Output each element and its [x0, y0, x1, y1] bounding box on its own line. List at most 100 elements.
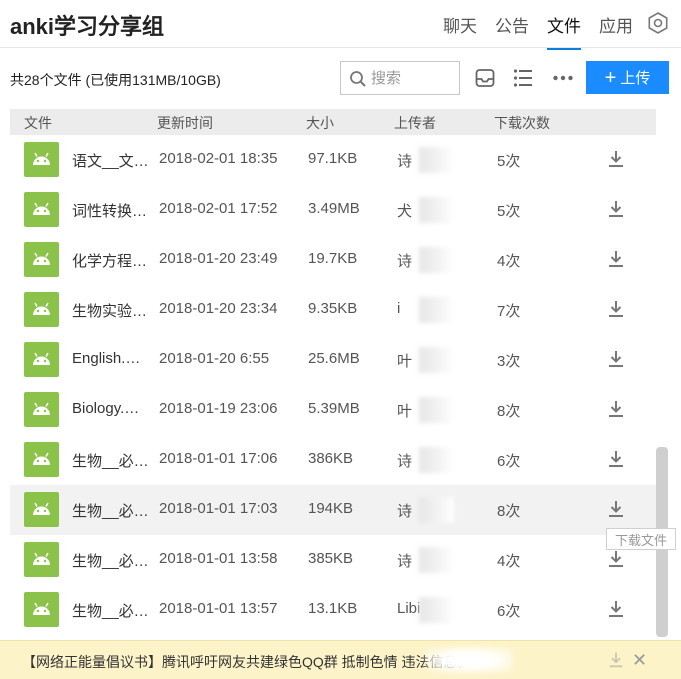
search-box[interactable] [340, 61, 460, 95]
file-updated: 2018-01-01 17:03 [159, 500, 278, 517]
tab-chat[interactable]: 聊天 [443, 12, 477, 50]
android-file-icon [24, 192, 59, 227]
file-row[interactable]: 生物实验… 2018-01-20 23:34 9.35KB i 7次 [10, 285, 656, 335]
file-name[interactable]: 生物__必… [72, 550, 152, 571]
file-download-count: 3次 [497, 353, 521, 370]
download-icon[interactable] [606, 149, 626, 169]
file-toolbar: 共28个文件 (已使用131MB/10GB) + 上传 [0, 49, 681, 109]
column-downloads[interactable]: 下载次数 [494, 113, 550, 133]
file-download-count: 5次 [497, 153, 521, 170]
file-download-count: 4次 [497, 553, 521, 570]
redacted-region [419, 297, 454, 323]
file-updated: 2018-01-01 17:06 [159, 450, 278, 467]
download-icon[interactable] [606, 199, 626, 219]
plus-icon: + [604, 66, 617, 89]
group-title: anki学习分享组 [10, 14, 165, 39]
column-size[interactable]: 大小 [306, 113, 334, 133]
file-name[interactable]: 生物__必… [72, 600, 152, 621]
file-updated: 2018-01-20 23:34 [159, 300, 278, 317]
redacted-region [419, 147, 454, 173]
redacted-region [419, 547, 454, 573]
file-size: 25.6MB [308, 350, 360, 367]
more-icon[interactable] [552, 67, 574, 89]
file-size: 194KB [308, 500, 354, 517]
download-icon[interactable] [606, 299, 626, 319]
group-tabs: 聊天 公告 文件 应用 [425, 12, 633, 50]
file-size: 386KB [308, 450, 354, 467]
file-row[interactable]: 语文__文… 2018-02-01 18:35 97.1KB 诗 5次 [10, 135, 656, 185]
close-icon[interactable]: ✕ [632, 650, 647, 670]
file-size: 97.1KB [308, 150, 358, 167]
file-updated: 2018-01-01 13:57 [159, 600, 278, 617]
file-row[interactable]: 化学方程… 2018-01-20 23:49 19.7KB 诗 4次 [10, 235, 656, 285]
redacted-region [425, 647, 513, 673]
file-name[interactable]: Biology.… [72, 400, 152, 417]
android-file-icon [24, 492, 59, 527]
file-name[interactable]: 生物__必… [72, 500, 152, 521]
settings-icon[interactable] [647, 12, 669, 34]
file-row[interactable]: 生物__必… 2018-01-01 17:06 386KB 诗 6次 [10, 435, 656, 485]
file-download-count: 8次 [497, 403, 521, 420]
file-row[interactable]: Biology.… 2018-01-19 23:06 5.39MB 叶 8次 [10, 385, 656, 435]
file-size: 19.7KB [308, 250, 358, 267]
android-file-icon [24, 442, 59, 477]
tab-files[interactable]: 文件 [547, 12, 581, 50]
file-download-count: 4次 [497, 253, 521, 270]
file-download-count: 6次 [497, 603, 521, 620]
column-uploader[interactable]: 上传者 [394, 113, 436, 133]
tab-announcement[interactable]: 公告 [495, 12, 529, 50]
search-input[interactable] [371, 68, 455, 88]
file-summary: 共28个文件 (已使用131MB/10GB) [10, 72, 221, 88]
file-download-count: 7次 [497, 303, 521, 320]
download-icon[interactable] [606, 549, 626, 569]
file-name[interactable]: 生物实验… [72, 300, 152, 321]
redacted-region [419, 197, 454, 223]
download-icon[interactable] [606, 499, 626, 519]
file-download-count: 6次 [497, 453, 521, 470]
notice-text: 【网络正能量倡议书】腾讯呼吁网友共建绿色QQ群 抵制色情 违法信息。 [22, 654, 472, 670]
tab-apps[interactable]: 应用 [599, 12, 633, 50]
download-icon[interactable] [606, 449, 626, 469]
redacted-region [419, 497, 454, 523]
android-file-icon [24, 292, 59, 327]
search-icon [350, 71, 366, 87]
column-updated[interactable]: 更新时间 [157, 113, 213, 133]
android-file-icon [24, 592, 59, 627]
file-name[interactable]: 生物__必… [72, 450, 152, 471]
file-name[interactable]: 语文__文… [72, 150, 152, 171]
file-row[interactable]: English.… 2018-01-20 6:55 25.6MB 叶 3次 [10, 335, 656, 385]
file-updated: 2018-02-01 17:52 [159, 200, 278, 217]
file-size: 3.49MB [308, 200, 360, 217]
android-file-icon [24, 142, 59, 177]
file-row[interactable]: 生物__必… 2018-01-01 13:58 385KB 诗 4次 [10, 535, 656, 585]
file-download-count: 8次 [497, 503, 521, 520]
upload-button[interactable]: + 上传 [586, 61, 669, 94]
list-view-icon[interactable] [512, 67, 534, 89]
file-updated: 2018-01-01 13:58 [159, 550, 278, 567]
download-tooltip: 下载文件 [606, 528, 676, 550]
file-row[interactable]: 生物__必… 2018-01-01 17:03 194KB 诗 8次 [10, 485, 656, 535]
column-file[interactable]: 文件 [24, 113, 52, 133]
download-icon[interactable] [606, 349, 626, 369]
file-updated: 2018-02-01 18:35 [159, 150, 278, 167]
android-file-icon [24, 542, 59, 577]
redacted-region [419, 347, 454, 373]
file-name[interactable]: 化学方程… [72, 250, 152, 271]
inbox-icon[interactable] [474, 67, 496, 89]
file-download-count: 5次 [497, 203, 521, 220]
file-name[interactable]: English.… [72, 350, 152, 367]
download-icon[interactable] [606, 599, 626, 619]
file-updated: 2018-01-20 23:49 [159, 250, 278, 267]
download-icon[interactable] [606, 249, 626, 269]
android-file-icon [24, 342, 59, 377]
file-row[interactable]: 生物__必… 2018-01-01 13:57 13.1KB Libi 6次 [10, 585, 656, 635]
file-size: 9.35KB [308, 300, 358, 317]
file-size: 13.1KB [308, 600, 358, 617]
file-name[interactable]: 词性转换… [72, 200, 152, 221]
download-icon[interactable] [606, 399, 626, 419]
group-header: anki学习分享组 聊天 公告 文件 应用 [0, 0, 681, 50]
redacted-region [419, 597, 454, 623]
redacted-region [419, 447, 454, 473]
file-updated: 2018-01-19 23:06 [159, 400, 278, 417]
file-row[interactable]: 词性转换… 2018-02-01 17:52 3.49MB 犬 5次 [10, 185, 656, 235]
